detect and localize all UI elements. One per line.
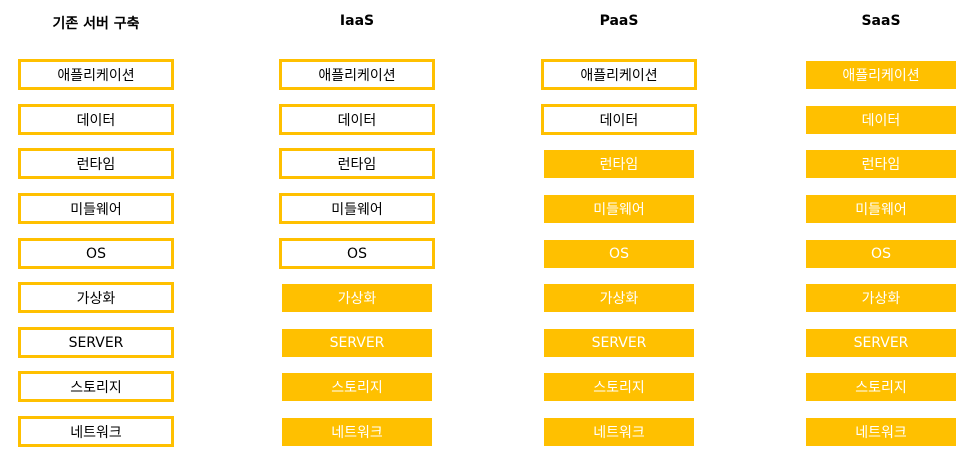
layer-label: 애플리케이션 xyxy=(842,68,920,84)
layer-label: OS xyxy=(609,246,629,262)
layer-label: 가상화 xyxy=(76,290,116,307)
layer-box-iaas-5: 가상화 xyxy=(282,284,432,312)
layer-label: 스토리지 xyxy=(331,380,383,396)
layer-label: 데이터 xyxy=(76,112,116,129)
layer-box-paas-3: 미들웨어 xyxy=(544,195,694,223)
layer-label: 미들웨어 xyxy=(331,201,383,218)
layer-box-paas-1: 데이터 xyxy=(541,104,697,135)
layer-label: OS xyxy=(871,246,891,262)
layer-box-paas-7: 스토리지 xyxy=(544,373,694,401)
column-title-on-premise: 기존 서버 구축 xyxy=(52,16,140,32)
layer-label: 네트워크 xyxy=(331,425,383,441)
layer-label: 가상화 xyxy=(599,291,639,307)
layer-label: SERVER xyxy=(329,335,385,351)
layer-box-paas-0: 애플리케이션 xyxy=(541,59,697,90)
layer-label: SERVER xyxy=(591,335,647,351)
layer-label: SERVER xyxy=(853,335,909,351)
layer-box-saas-5: 가상화 xyxy=(806,284,956,312)
layer-box-paas-2: 런타임 xyxy=(544,150,694,178)
layer-box-iaas-6: SERVER xyxy=(282,329,432,357)
layer-label: 데이터 xyxy=(337,112,377,129)
layer-label: 런타임 xyxy=(337,156,377,173)
layer-label: OS xyxy=(86,245,106,262)
layer-box-paas-8: 네트워크 xyxy=(544,418,694,446)
layer-label: OS xyxy=(347,245,367,262)
layer-label: 데이터 xyxy=(599,112,639,129)
layer-label: 애플리케이션 xyxy=(57,67,135,84)
layer-box-saas-4: OS xyxy=(806,240,956,268)
layer-box-iaas-8: 네트워크 xyxy=(282,418,432,446)
layer-label: 런타임 xyxy=(76,156,116,173)
layer-label: 네트워크 xyxy=(593,425,645,441)
layer-label: 미들웨어 xyxy=(70,201,122,218)
layer-label: 애플리케이션 xyxy=(318,67,396,84)
layer-label: 네트워크 xyxy=(855,425,907,441)
layer-box-on-premise-4: OS xyxy=(18,238,174,269)
layer-label: 가상화 xyxy=(337,291,377,307)
column-title-iaas: IaaS xyxy=(339,13,375,29)
layer-box-saas-6: SERVER xyxy=(806,329,956,357)
layer-label: 미들웨어 xyxy=(593,202,645,218)
layer-label: 런타임 xyxy=(861,157,901,173)
layer-label: 런타임 xyxy=(599,157,639,173)
layer-label: 애플리케이션 xyxy=(580,67,658,84)
layer-box-on-premise-5: 가상화 xyxy=(18,282,174,313)
layer-label: 네트워크 xyxy=(70,424,122,441)
layer-label: 스토리지 xyxy=(855,380,907,396)
layer-box-on-premise-2: 런타임 xyxy=(18,148,174,179)
layer-label: 스토리지 xyxy=(70,379,122,396)
layer-label: 미들웨어 xyxy=(855,202,907,218)
layer-box-on-premise-3: 미들웨어 xyxy=(18,193,174,224)
layer-box-on-premise-0: 애플리케이션 xyxy=(18,59,174,90)
layer-box-on-premise-8: 네트워크 xyxy=(18,416,174,447)
column-title-saas: SaaS xyxy=(861,13,901,29)
layer-label: 데이터 xyxy=(861,113,901,129)
layer-box-on-premise-6: SERVER xyxy=(18,327,174,358)
column-title-paas: PaaS xyxy=(599,13,639,29)
layer-box-iaas-0: 애플리케이션 xyxy=(279,59,435,90)
layer-box-saas-0: 애플리케이션 xyxy=(806,61,956,89)
layer-box-saas-3: 미들웨어 xyxy=(806,195,956,223)
layer-box-saas-7: 스토리지 xyxy=(806,373,956,401)
layer-box-iaas-4: OS xyxy=(279,238,435,269)
layer-box-saas-2: 런타임 xyxy=(806,150,956,178)
layer-box-paas-4: OS xyxy=(544,240,694,268)
layer-box-iaas-3: 미들웨어 xyxy=(279,193,435,224)
layer-box-iaas-2: 런타임 xyxy=(279,148,435,179)
layer-box-paas-5: 가상화 xyxy=(544,284,694,312)
layer-box-on-premise-1: 데이터 xyxy=(18,104,174,135)
layer-box-iaas-1: 데이터 xyxy=(279,104,435,135)
layer-box-on-premise-7: 스토리지 xyxy=(18,371,174,402)
layer-label: 가상화 xyxy=(861,291,901,307)
layer-box-iaas-7: 스토리지 xyxy=(282,373,432,401)
layer-box-saas-8: 네트워크 xyxy=(806,418,956,446)
layer-label: SERVER xyxy=(68,334,124,351)
layer-box-saas-1: 데이터 xyxy=(806,106,956,134)
layer-label: 스토리지 xyxy=(593,380,645,396)
layer-box-paas-6: SERVER xyxy=(544,329,694,357)
